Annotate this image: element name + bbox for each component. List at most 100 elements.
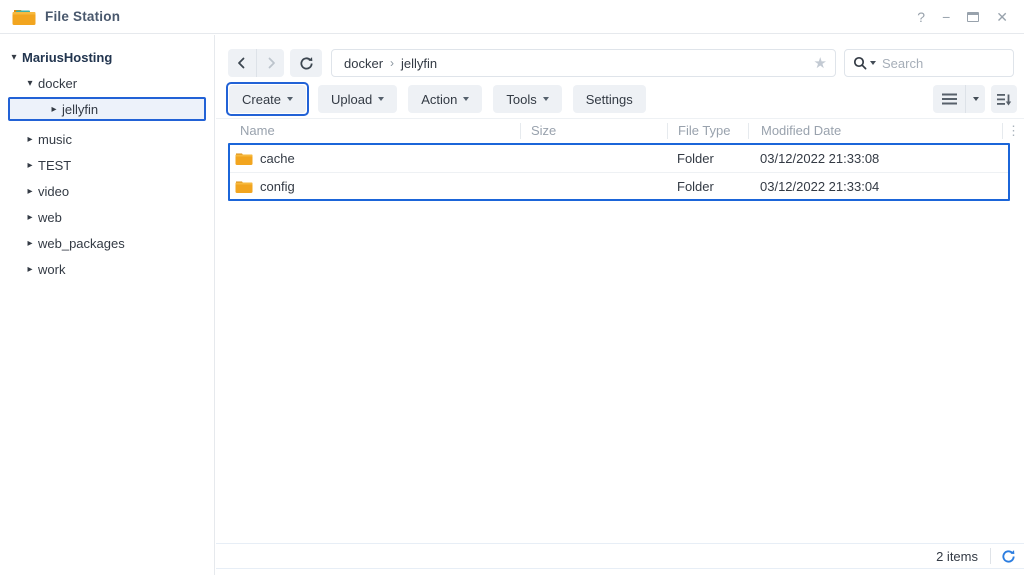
search-scope-caret-icon[interactable]: [870, 61, 876, 65]
navigation-row: docker › jellyfin ★: [216, 48, 1024, 78]
sidebar-item-video[interactable]: ▸ video: [0, 178, 214, 204]
titlebar: File Station ? − ✕: [0, 0, 1024, 34]
selected-rows-group: cache Folder 03/12/2022 21:33:08 config …: [228, 143, 1010, 201]
tools-button[interactable]: Tools: [493, 85, 562, 113]
chevron-right-icon: [268, 57, 275, 69]
action-button-label: Action: [421, 91, 458, 107]
minimize-icon[interactable]: −: [942, 10, 950, 24]
sort-icon: [996, 93, 1011, 105]
caret-down-icon[interactable]: ▾: [8, 52, 20, 63]
file-name: config: [260, 178, 295, 194]
tools-button-label: Tools: [506, 91, 537, 107]
toolbar: Create Upload Action Tools Settings: [216, 82, 1024, 116]
column-header-name[interactable]: Name: [216, 123, 520, 139]
caret-right-icon[interactable]: ▸: [24, 160, 36, 171]
search-box[interactable]: [844, 49, 1014, 77]
folder-icon: [235, 153, 253, 165]
caret-right-icon[interactable]: ▸: [24, 264, 36, 275]
file-name-cell: config: [230, 179, 520, 194]
favorite-star-icon[interactable]: ★: [814, 54, 827, 72]
view-controls: [933, 85, 1017, 113]
sidebar-folder-tree: ▾ MariusHosting ▾ docker ▸ jellyfin ▸ mu…: [0, 35, 215, 575]
chevron-down-icon: [972, 97, 979, 101]
tree-item-label: web_packages: [38, 235, 125, 251]
action-button[interactable]: Action: [408, 85, 483, 113]
close-icon[interactable]: ✕: [996, 10, 1008, 24]
tree-item-label: jellyfin: [62, 101, 99, 117]
tree-item-label: work: [38, 261, 66, 277]
refresh-button[interactable]: [290, 49, 322, 77]
caret-right-icon[interactable]: ▸: [24, 238, 36, 249]
file-station-app-icon: [12, 9, 36, 25]
tree-item-label: video: [38, 183, 70, 199]
file-name: cache: [260, 151, 295, 166]
chevron-down-icon: [542, 97, 549, 101]
column-header-file-type[interactable]: File Type: [667, 123, 748, 139]
tree-item-label: music: [38, 131, 72, 147]
breadcrumb-parent[interactable]: docker: [344, 56, 383, 71]
sidebar-item-jellyfin-selected[interactable]: ▸ jellyfin: [8, 97, 206, 121]
caret-right-icon[interactable]: ▸: [24, 134, 36, 145]
upload-button-label: Upload: [331, 91, 373, 107]
status-divider: [990, 548, 991, 564]
breadcrumb[interactable]: docker › jellyfin ★: [331, 49, 836, 77]
tree-item-label: docker: [38, 75, 78, 91]
settings-button[interactable]: Settings: [572, 85, 646, 113]
folder-icon: [235, 181, 253, 193]
main-panel: docker › jellyfin ★ Create Upload Ac: [216, 35, 1024, 575]
file-type-cell: Folder: [677, 178, 714, 194]
create-button[interactable]: Create: [229, 85, 307, 113]
caret-right-icon[interactable]: ▸: [24, 186, 36, 197]
maximize-icon[interactable]: [967, 11, 980, 22]
sort-button[interactable]: [991, 85, 1017, 113]
caret-down-icon[interactable]: ▾: [24, 78, 36, 89]
tree-item-label: TEST: [38, 157, 72, 173]
caret-right-icon[interactable]: ▸: [48, 104, 60, 115]
column-header-modified-date[interactable]: Modified Date: [748, 123, 1002, 139]
sidebar-item-work[interactable]: ▸ work: [0, 256, 214, 282]
table-header: Name Size File Type Modified Date ⋮: [216, 118, 1024, 143]
sidebar-item-docker[interactable]: ▾ docker: [0, 70, 214, 96]
chevron-down-icon: [287, 97, 294, 101]
create-button-highlight: Create: [226, 82, 310, 116]
chevron-left-icon: [238, 57, 245, 69]
sidebar-item-test[interactable]: ▸ TEST: [0, 152, 214, 178]
column-header-size[interactable]: Size: [520, 123, 667, 139]
window-controls: ? − ✕: [917, 10, 1008, 24]
file-modified-cell: 03/12/2022 21:33:08: [760, 151, 880, 166]
status-bar: 2 items: [216, 543, 1024, 575]
sidebar-item-music[interactable]: ▸ music: [0, 126, 214, 152]
sidebar-item-web[interactable]: ▸ web: [0, 204, 214, 230]
forward-button[interactable]: [256, 49, 284, 77]
create-button-label: Create: [242, 91, 282, 107]
list-view-icon[interactable]: [933, 85, 965, 113]
status-refresh-button[interactable]: [1001, 549, 1016, 564]
breadcrumb-current[interactable]: jellyfin: [401, 56, 437, 71]
sidebar-item-web-packages[interactable]: ▸ web_packages: [0, 230, 214, 256]
chevron-down-icon: [378, 97, 385, 101]
search-input[interactable]: [882, 55, 982, 71]
caret-right-icon[interactable]: ▸: [24, 212, 36, 223]
search-icon: [853, 56, 867, 70]
view-mode-caret[interactable]: [965, 85, 985, 113]
upload-button[interactable]: Upload: [318, 85, 398, 113]
hamburger-icon: [941, 93, 957, 105]
view-mode-button[interactable]: [933, 85, 985, 113]
table-row-config[interactable]: config Folder 03/12/2022 21:33:04: [230, 172, 1008, 199]
back-button[interactable]: [228, 49, 256, 77]
refresh-icon: [300, 56, 313, 69]
tree-item-label: web: [38, 209, 62, 225]
settings-button-label: Settings: [585, 91, 633, 107]
status-bar-inner: 2 items: [216, 544, 1024, 569]
help-icon[interactable]: ?: [917, 10, 925, 24]
tree-item-label: MariusHosting: [22, 49, 113, 65]
refresh-icon: [1002, 549, 1015, 563]
sidebar-item-mariushosting[interactable]: ▾ MariusHosting: [0, 44, 214, 70]
chevron-down-icon: [463, 97, 470, 101]
column-options-icon[interactable]: ⋮: [1002, 123, 1024, 139]
history-button-group: [228, 49, 284, 77]
file-name-cell: cache: [230, 151, 520, 166]
file-type-cell: Folder: [677, 151, 714, 166]
breadcrumb-separator-icon: ›: [390, 56, 395, 70]
table-row-cache[interactable]: cache Folder 03/12/2022 21:33:08: [230, 145, 1008, 172]
